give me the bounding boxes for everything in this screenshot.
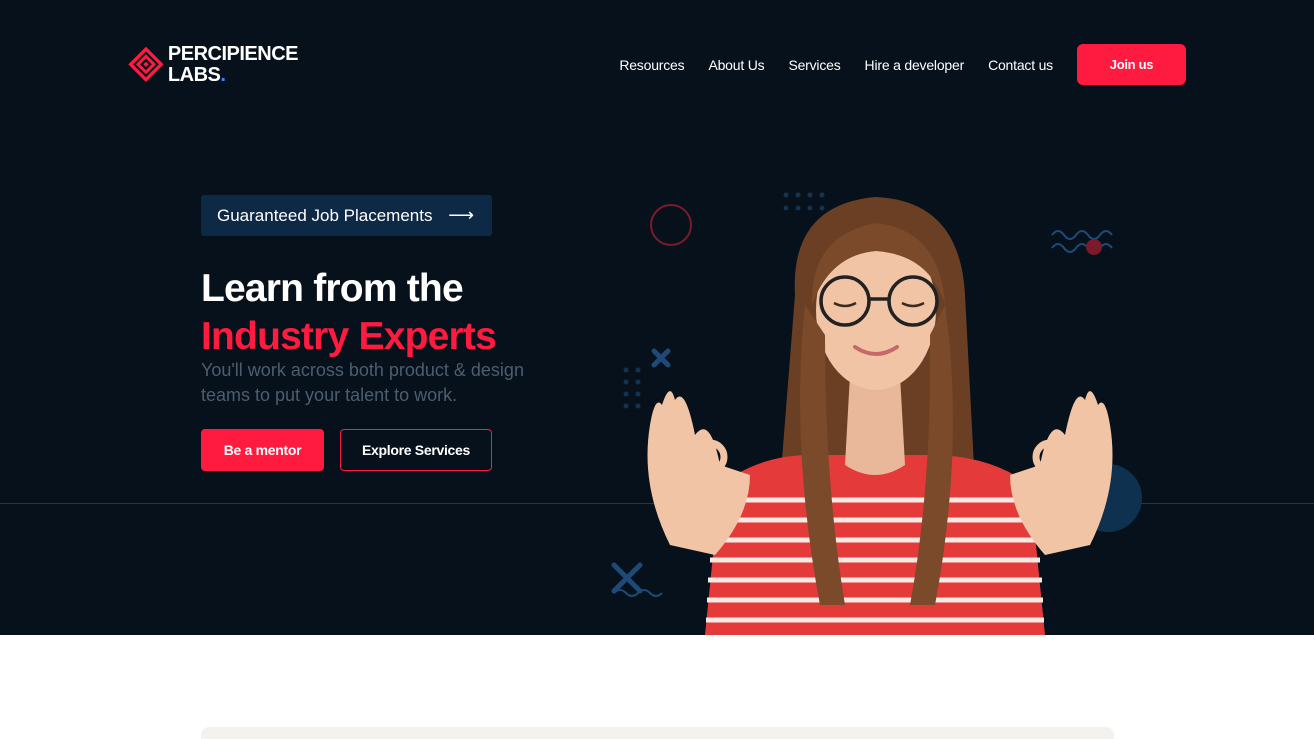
badge-label: Guaranteed Job Placements <box>217 205 433 225</box>
decor-ring-icon <box>650 204 692 246</box>
nav-hire-developer[interactable]: Hire a developer <box>865 57 965 73</box>
hero-title-line2: Industry Experts <box>201 315 497 358</box>
logo-line2: LABS <box>167 64 221 86</box>
logo-diamond-icon <box>128 46 164 82</box>
hero-section: PERCIPIENCE LABS. Resources About Us Ser… <box>0 0 1314 635</box>
hero-title: Learn from the Industry Experts <box>201 265 497 361</box>
job-placements-badge[interactable]: Guaranteed Job Placements ⟶ <box>201 195 492 236</box>
nav-services[interactable]: Services <box>788 57 840 73</box>
decor-wave-icon <box>1051 230 1113 253</box>
arrow-right-icon: ⟶ <box>448 205 474 225</box>
hero-title-line1: Learn from the <box>201 267 464 310</box>
hero-woman-illustration <box>611 192 1142 635</box>
nav-contact-us[interactable]: Contact us <box>988 57 1053 73</box>
logo-line1: PERCIPIENCE <box>167 43 299 65</box>
be-a-mentor-button[interactable]: Be a mentor <box>201 429 324 471</box>
main-nav: Resources About Us Services Hire a devel… <box>619 54 1053 76</box>
logo-wordmark: PERCIPIENCE LABS. <box>167 43 299 86</box>
brand-logo[interactable]: PERCIPIENCE LABS. <box>128 38 299 92</box>
hero-subtitle: You'll work across both product & design… <box>201 360 524 405</box>
logo-dot: . <box>220 64 226 86</box>
nav-about-us[interactable]: About Us <box>708 57 764 73</box>
explore-services-button[interactable]: Explore Services <box>340 429 492 471</box>
decor-red-dot-icon <box>1086 239 1102 255</box>
join-us-button[interactable]: Join us <box>1077 44 1186 85</box>
content-card-top-edge <box>201 727 1114 739</box>
nav-resources[interactable]: Resources <box>619 57 684 73</box>
